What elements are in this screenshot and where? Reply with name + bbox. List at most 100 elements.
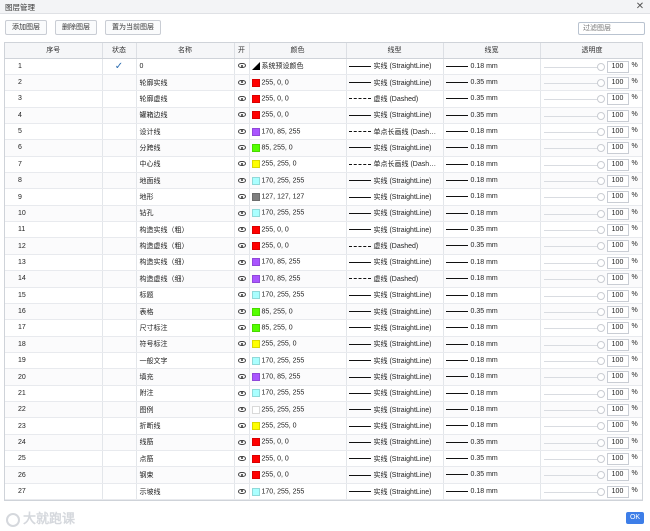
row-status[interactable] xyxy=(102,107,137,124)
opacity-input[interactable]: 100 xyxy=(606,109,629,122)
opacity-slider-track[interactable] xyxy=(543,213,602,215)
opacity-slider-track[interactable] xyxy=(543,426,602,428)
row-linewidth[interactable]: 0.18 mm xyxy=(443,385,541,403)
row-color[interactable]: 85, 255, 0 xyxy=(249,319,347,337)
opacity-input[interactable]: 100 xyxy=(606,273,629,286)
opacity-slider-handle[interactable] xyxy=(596,193,605,202)
opacity-slider-track[interactable] xyxy=(543,328,602,330)
row-linetype[interactable]: 实线 (StraightLine) xyxy=(346,319,444,337)
row-color[interactable]: 170, 85, 255 xyxy=(249,254,347,272)
opacity-input[interactable]: 100 xyxy=(606,453,629,466)
table-row[interactable]: 12 构造虚线（粗） 255, 0, 0 虚线 (Dashed) 0.35 mm 100% xyxy=(5,237,642,255)
ok-button[interactable]: OK xyxy=(626,512,644,524)
opacity-input[interactable]: 100 xyxy=(606,207,629,220)
row-linewidth[interactable]: 0.18 mm xyxy=(443,336,541,353)
row-linetype[interactable]: 实线 (StraightLine) xyxy=(346,303,444,321)
col-header-opacity[interactable]: 透明度 xyxy=(540,43,642,59)
opacity-slider-track[interactable] xyxy=(543,66,602,68)
opacity-slider-handle[interactable] xyxy=(596,422,605,431)
row-linewidth[interactable]: 0.18 mm xyxy=(443,58,541,75)
row-linewidth[interactable]: 0.35 mm xyxy=(443,74,541,92)
row-color[interactable]: 255, 0, 0 xyxy=(249,237,347,255)
row-visibility-toggle[interactable] xyxy=(234,352,250,370)
opacity-slider-track[interactable] xyxy=(543,115,602,117)
row-visibility-toggle[interactable] xyxy=(234,205,250,223)
row-layer-name[interactable]: 填充 xyxy=(136,368,235,386)
row-linewidth[interactable]: 0.35 mm xyxy=(443,107,541,124)
row-color[interactable]: 系统预设颜色 xyxy=(249,58,347,75)
opacity-slider-handle[interactable] xyxy=(596,307,605,316)
opacity-slider-track[interactable] xyxy=(543,164,602,166)
table-row[interactable]: 16 表格 85, 255, 0 实线 (StraightLine) 0.35 mm 10… xyxy=(5,303,642,321)
opacity-input[interactable]: 100 xyxy=(606,485,629,498)
row-status[interactable] xyxy=(102,123,137,141)
opacity-slider-track[interactable] xyxy=(543,246,602,248)
row-linewidth[interactable]: 0.35 mm xyxy=(443,237,541,255)
row-linewidth[interactable]: 0.18 mm xyxy=(443,352,541,370)
row-visibility-toggle[interactable] xyxy=(234,172,250,190)
table-row[interactable]: 27 示坡线 170, 255, 255 实线 (StraightLine) 0.18 … xyxy=(5,483,642,500)
row-linewidth[interactable]: 0.18 mm xyxy=(443,139,541,157)
row-layer-name[interactable]: 一般文字 xyxy=(136,352,235,370)
row-linetype[interactable]: 实线 (StraightLine) xyxy=(346,336,444,353)
row-status[interactable] xyxy=(102,368,137,386)
row-layer-name[interactable]: 中心线 xyxy=(136,156,235,174)
row-visibility-toggle[interactable] xyxy=(234,450,250,468)
row-color[interactable]: 255, 0, 0 xyxy=(249,221,347,239)
row-linewidth[interactable]: 0.35 mm xyxy=(443,221,541,239)
row-visibility-toggle[interactable] xyxy=(234,188,250,206)
row-layer-name[interactable]: 地形 xyxy=(136,188,235,206)
row-layer-name[interactable]: 轮廓虚线 xyxy=(136,90,235,108)
row-color[interactable]: 255, 255, 0 xyxy=(249,156,347,174)
table-row[interactable]: 17 尺寸标注 85, 255, 0 实线 (StraightLine) 0.18 mm… xyxy=(5,319,642,337)
opacity-slider-track[interactable] xyxy=(543,131,602,133)
row-linetype[interactable]: 实线 (StraightLine) xyxy=(346,466,444,484)
row-status[interactable] xyxy=(102,336,137,353)
row-linetype[interactable]: 虚线 (Dashed) xyxy=(346,90,444,108)
col-header-linetype[interactable]: 线型 xyxy=(346,43,444,59)
row-status[interactable] xyxy=(102,401,137,419)
row-color[interactable]: 170, 255, 255 xyxy=(249,483,347,500)
row-linewidth[interactable]: 0.18 mm xyxy=(443,401,541,419)
row-visibility-toggle[interactable] xyxy=(234,483,250,500)
opacity-slider-track[interactable] xyxy=(543,475,602,477)
row-linetype[interactable]: 实线 (StraightLine) xyxy=(346,172,444,190)
opacity-input[interactable]: 100 xyxy=(606,371,629,384)
row-visibility-toggle[interactable] xyxy=(234,237,250,255)
row-linewidth[interactable]: 0.18 mm xyxy=(443,172,541,190)
opacity-slider-track[interactable] xyxy=(543,197,602,199)
row-layer-name[interactable]: 示坡线 xyxy=(136,483,235,500)
table-row[interactable]: 13 构造实线（细） 170, 85, 255 实线 (StraightLine) 0.… xyxy=(5,254,642,272)
opacity-input[interactable]: 100 xyxy=(606,60,629,73)
opacity-slider-handle[interactable] xyxy=(596,291,605,300)
opacity-slider-track[interactable] xyxy=(543,181,602,183)
row-linetype[interactable]: 实线 (StraightLine) xyxy=(346,287,444,304)
opacity-slider-handle[interactable] xyxy=(596,406,605,415)
opacity-slider-handle[interactable] xyxy=(596,209,605,218)
opacity-slider-handle[interactable] xyxy=(596,242,605,251)
row-linetype[interactable]: 实线 (StraightLine) xyxy=(346,58,444,75)
row-layer-name[interactable]: 0 xyxy=(136,58,235,75)
row-status[interactable] xyxy=(102,172,137,190)
opacity-slider-track[interactable] xyxy=(543,393,602,395)
row-visibility-toggle[interactable] xyxy=(234,221,250,239)
row-visibility-toggle[interactable] xyxy=(234,417,250,435)
row-visibility-toggle[interactable] xyxy=(234,107,250,124)
opacity-slider-track[interactable] xyxy=(543,279,602,281)
opacity-input[interactable]: 100 xyxy=(606,240,629,253)
row-linetype[interactable]: 实线 (StraightLine) xyxy=(346,385,444,403)
row-linewidth[interactable]: 0.18 mm xyxy=(443,483,541,500)
row-linetype[interactable]: 单点长画线 (Dash… xyxy=(346,123,444,141)
opacity-slider-handle[interactable] xyxy=(596,95,605,104)
row-color[interactable]: 255, 0, 0 xyxy=(249,450,347,468)
row-status[interactable] xyxy=(102,254,137,272)
row-linewidth[interactable]: 0.18 mm xyxy=(443,368,541,386)
table-row[interactable]: 1 ✓ 0 系统预设颜色 实线 (StraightLine) 0.18 mm 100% xyxy=(5,58,642,75)
opacity-input[interactable]: 100 xyxy=(606,158,629,171)
opacity-input[interactable]: 100 xyxy=(606,354,629,367)
row-linewidth[interactable]: 0.18 mm xyxy=(443,254,541,272)
opacity-slider-handle[interactable] xyxy=(596,226,605,235)
opacity-input[interactable]: 100 xyxy=(606,191,629,204)
add-layer-button[interactable]: 添加图层 xyxy=(5,20,47,35)
opacity-slider-handle[interactable] xyxy=(596,455,605,464)
